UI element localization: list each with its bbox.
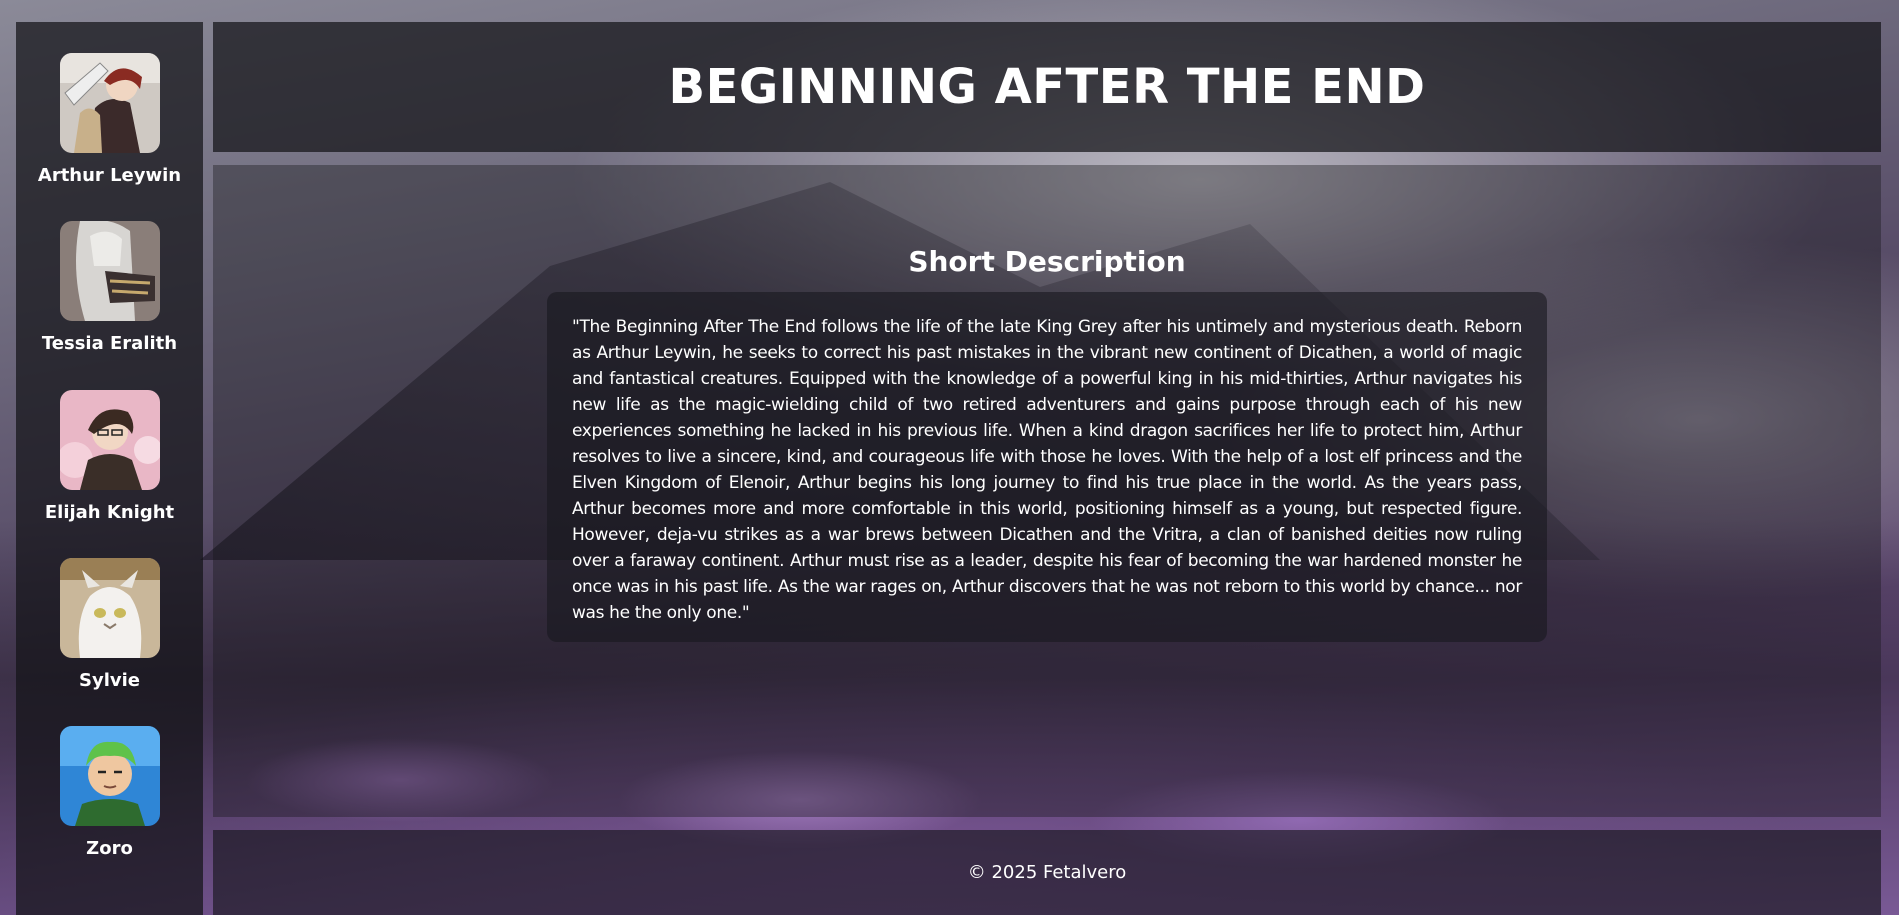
character-tessia-eralith[interactable]: Tessia Eralith <box>16 221 203 354</box>
character-sidebar: Arthur Leywin Tessia Eralith Elijah Knig… <box>16 22 203 915</box>
character-arthur-leywin[interactable]: Arthur Leywin <box>16 53 203 186</box>
character-elijah-knight[interactable]: Elijah Knight <box>16 390 203 523</box>
character-sylvie[interactable]: Sylvie <box>16 558 203 691</box>
character-name: Sylvie <box>79 670 140 691</box>
zoro-avatar[interactable] <box>59 726 160 826</box>
sylvie-avatar[interactable] <box>59 558 160 658</box>
character-zoro[interactable]: Zoro <box>16 726 203 859</box>
description-box: "The Beginning After The End follows the… <box>547 292 1547 642</box>
copyright-text: © 2025 Fetalvero <box>967 862 1127 883</box>
page-footer: © 2025 Fetalvero <box>213 830 1881 915</box>
main-content: Short Description "The Beginning After T… <box>213 165 1881 817</box>
tessia-eralith-avatar[interactable] <box>59 221 160 321</box>
elijah-knight-avatar[interactable] <box>59 390 160 490</box>
page-title: BEGINNING AFTER THE END <box>668 59 1426 115</box>
arthur-leywin-avatar[interactable] <box>59 53 160 153</box>
character-name: Elijah Knight <box>44 502 175 523</box>
section-title: Short Description <box>908 245 1186 278</box>
character-name: Zoro <box>86 838 133 859</box>
page-header: BEGINNING AFTER THE END <box>213 22 1881 152</box>
character-name: Arthur Leywin <box>37 165 182 186</box>
description-text: "The Beginning After The End follows the… <box>572 317 1522 623</box>
character-name: Tessia Eralith <box>41 333 178 354</box>
